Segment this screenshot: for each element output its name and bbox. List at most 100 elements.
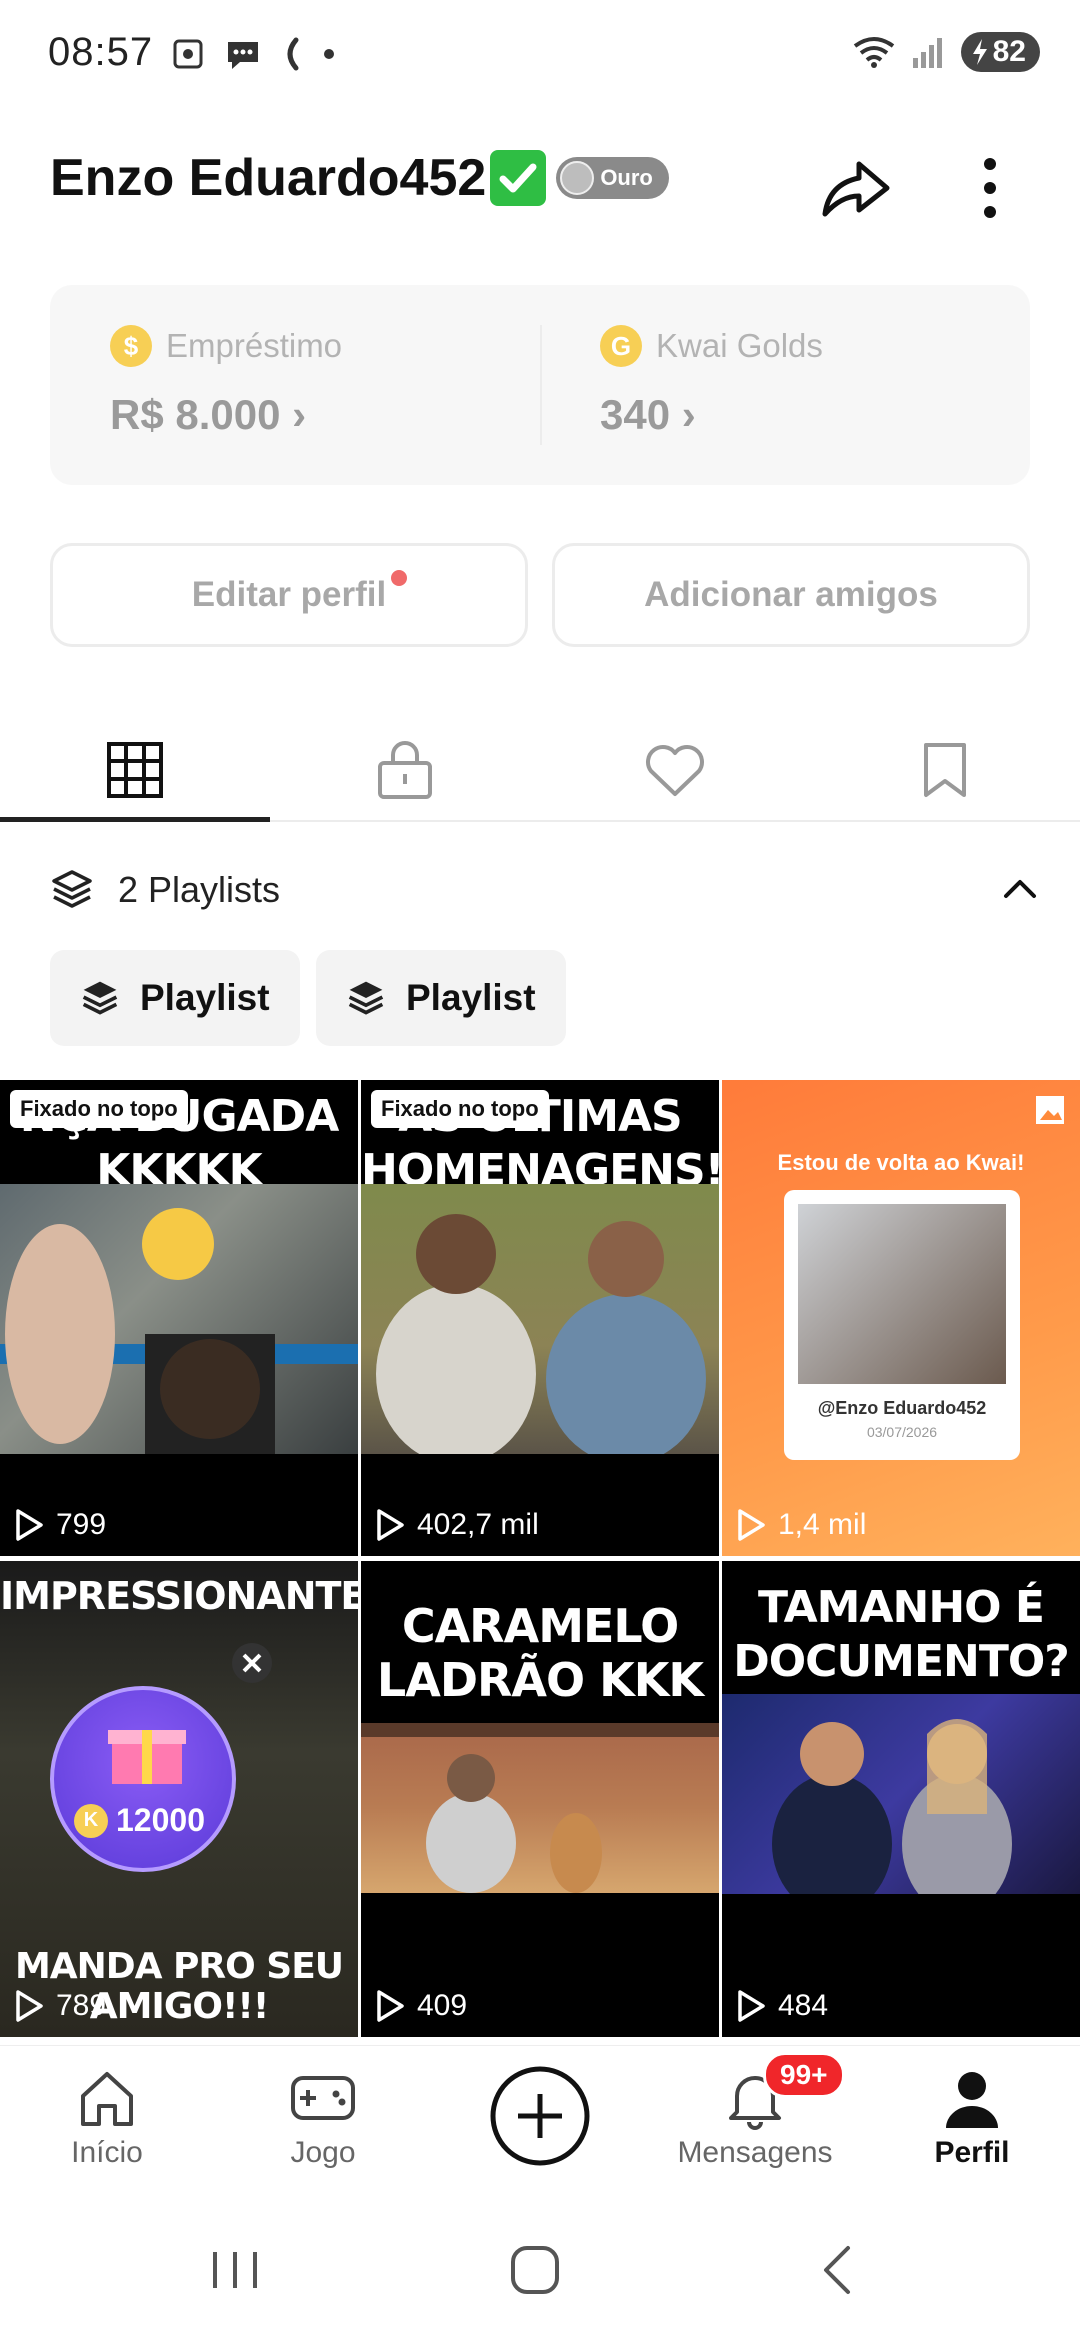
wallet-divider (540, 325, 542, 445)
playlists-header[interactable]: 2 Playlists (50, 860, 1040, 920)
chat-icon (228, 42, 258, 69)
video-thumbnail[interactable]: Estou de volta ao Kwai! @Enzo Eduardo452… (722, 1080, 1080, 1556)
screenshot-icon (173, 39, 203, 69)
golds-label: Kwai Golds (656, 327, 823, 364)
back-icon[interactable] (810, 2240, 870, 2300)
gift-icon (108, 1730, 186, 1784)
pinned-badge: Fixado no topo (371, 1090, 549, 1128)
golds-section[interactable]: G Kwai Golds 340 › (600, 325, 823, 439)
playlist-chip[interactable]: Playlist (316, 950, 566, 1046)
playlist-chip-label: Playlist (140, 977, 270, 1018)
messages-badge: 99+ (763, 2052, 845, 2098)
recent-apps-icon[interactable] (205, 2240, 265, 2300)
tab-liked[interactable] (540, 720, 810, 820)
playlist-chip[interactable]: Playlist (50, 950, 300, 1046)
video-image (722, 1694, 1080, 1914)
tab-saved[interactable] (810, 720, 1080, 820)
play-icon (377, 1509, 404, 1541)
create-button[interactable] (460, 2064, 620, 2168)
more-vertical-icon (984, 158, 996, 218)
reward-bubble[interactable]: K 12000 (50, 1686, 236, 1872)
video-grid: NÇA BUGADA KKKKK Fixado no topo 799 AS Ú… (0, 1080, 1080, 2040)
card-photo (798, 1204, 1006, 1384)
layers-icon (52, 870, 92, 908)
chevron-right-icon: › (292, 391, 307, 438)
chevron-up-icon[interactable] (1000, 868, 1040, 908)
profile-username: Enzo Eduardo452 Ouro (50, 148, 669, 208)
add-friends-label: Adicionar amigos (644, 575, 938, 614)
nav-messages[interactable]: 99+ Mensagens (675, 2052, 845, 2170)
chevron-right-icon: › (681, 391, 696, 438)
golds-label-row: G Kwai Golds (600, 325, 823, 367)
video-image (0, 1184, 358, 1454)
video-thumbnail[interactable]: NÇA BUGADA KKKKK Fixado no topo 799 (0, 1080, 358, 1556)
kwai-coin-icon: K (74, 1803, 108, 1838)
share-icon (822, 161, 890, 217)
card-username: @Enzo Eduardo452 (817, 1398, 987, 1418)
pinned-badge: Fixado no topo (10, 1090, 188, 1128)
card-headline: Estou de volta ao Kwai! (777, 1150, 1025, 1175)
video-thumbnail[interactable]: IMPRESSIONANTE K 12000 MANDA PRO SEU AMI… (0, 1561, 358, 2037)
play-icon (16, 1509, 43, 1541)
view-count: 789 (14, 1989, 106, 2023)
wifi-icon (853, 37, 894, 68)
verified-icon (490, 150, 547, 206)
layers-icon (82, 981, 118, 1015)
comeback-card: @Enzo Eduardo452 03/07/2026 (784, 1190, 1020, 1460)
video-thumbnail[interactable]: TAMANHO É DOCUMENTO? 484 (722, 1561, 1080, 2037)
heart-icon (646, 745, 704, 796)
close-icon[interactable] (230, 1641, 274, 1685)
add-icon (490, 2066, 590, 2166)
rank-icon (560, 161, 595, 195)
signal-icon (912, 38, 942, 68)
view-count-value: 789 (56, 1989, 107, 2022)
tab-posts[interactable] (0, 720, 270, 822)
view-count: 799 (14, 1508, 106, 1542)
nav-game-label: Jogo (290, 2136, 356, 2169)
nav-profile-label: Perfil (934, 2136, 1010, 2169)
play-icon (738, 1509, 765, 1541)
edit-profile-button[interactable]: Editar perfil (50, 543, 528, 647)
notification-dot (391, 570, 407, 586)
loan-section[interactable]: $ Empréstimo R$ 8.000 › (110, 325, 342, 439)
nav-profile[interactable]: Perfil (892, 2066, 1052, 2170)
video-title: TAMANHO É DOCUMENTO? (733, 1582, 1070, 1687)
more-options-button[interactable] (960, 148, 1020, 228)
loan-label: Empréstimo (166, 327, 343, 364)
notification-icons (170, 36, 336, 72)
grid-icon (107, 742, 163, 798)
user-icon (946, 2072, 998, 2128)
edit-profile-label: Editar perfil (191, 575, 387, 614)
tab-private[interactable] (270, 720, 540, 820)
nav-game[interactable]: Jogo (243, 2066, 403, 2170)
money-bag-icon: $ (110, 325, 152, 367)
username-text: Enzo Eduardo452 (50, 149, 487, 207)
home-circle-icon[interactable] (505, 2240, 565, 2300)
nav-home[interactable]: Início (27, 2066, 187, 2170)
video-thumbnail[interactable]: CARAMELO LADRÃO KKK 409 (361, 1561, 719, 2037)
rank-badge[interactable]: Ouro (556, 157, 669, 199)
nav-home-label: Início (71, 2136, 143, 2169)
phone-icon (287, 37, 299, 71)
playlist-chip-label: Playlist (406, 977, 536, 1018)
video-thumbnail[interactable]: AS ÚLTIMAS HOMENAGENS! Fixado no topo 40… (361, 1080, 719, 1556)
add-friends-button[interactable]: Adicionar amigos (552, 543, 1030, 647)
rank-label: Ouro (600, 165, 653, 190)
battery-indicator: 82 (960, 32, 1040, 72)
view-count-value: 402,7 mil (417, 1508, 539, 1541)
image-icon (1036, 1096, 1064, 1124)
profile-header: Enzo Eduardo452 Ouro (0, 130, 1080, 240)
profile-tabs (0, 720, 1080, 822)
play-icon (738, 1990, 765, 2022)
bottom-navigation: Início Jogo 99+ Mensagens Perfil (0, 2045, 1080, 2195)
share-button[interactable] (815, 148, 895, 228)
bookmark-icon (924, 743, 966, 797)
status-bar: 08:57 82 (0, 0, 1080, 110)
playlists-count: 2 Playlists (118, 869, 281, 910)
lock-icon (378, 741, 432, 799)
video-title: CARAMELO LADRÃO KKK (376, 1599, 704, 1707)
gamepad-icon (291, 2076, 355, 2120)
dot-icon (324, 49, 334, 59)
golds-value-row: 340 › (600, 391, 823, 439)
view-count: 409 (375, 1989, 467, 2023)
